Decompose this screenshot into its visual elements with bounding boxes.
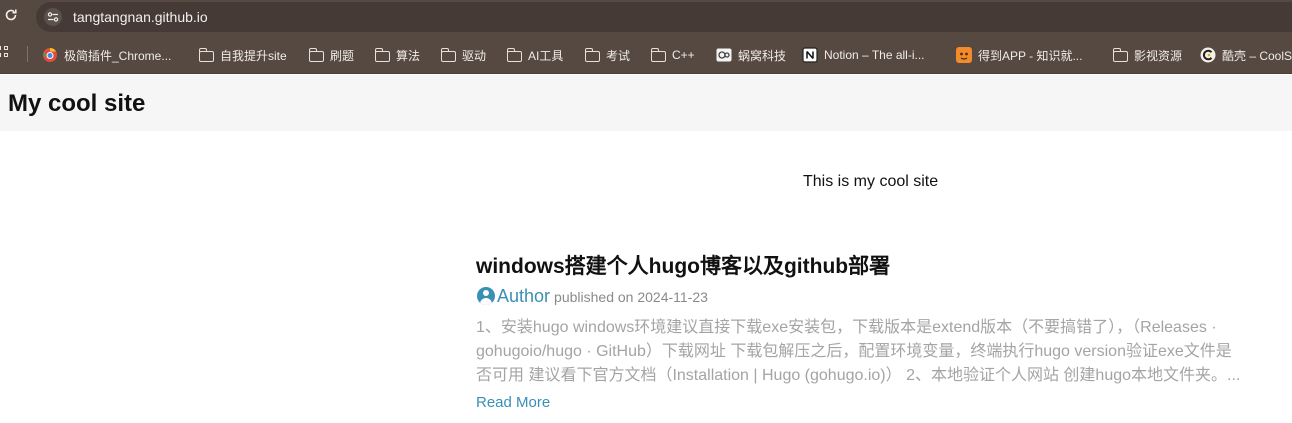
folder-icon <box>440 47 456 62</box>
bookmark-folder[interactable]: C++ <box>650 46 695 64</box>
reload-icon[interactable] <box>3 8 19 24</box>
bookmark-folder[interactable]: 算法 <box>374 46 421 64</box>
bookmark-folder[interactable]: 驱动 <box>440 46 487 64</box>
folder-icon <box>584 47 600 62</box>
site-header: My cool site <box>0 75 1292 131</box>
bookmark-label: 算法 <box>396 48 421 63</box>
bookmark-folder[interactable]: 自我提升site <box>198 46 287 64</box>
bookmark-item[interactable]: Notion – The all-i... <box>802 46 925 64</box>
post-title[interactable]: windows搭建个人hugo博客以及github部署 <box>476 250 890 280</box>
bookmark-label: AI工具 <box>528 48 564 63</box>
excerpt-line: 否可用 建议看下官方文档（Installation | Hugo (gohugo… <box>476 367 1241 384</box>
chrome-store-icon <box>42 47 58 63</box>
bookmark-item[interactable]: 得到APP - 知识就... <box>956 46 1082 64</box>
wowotech-icon <box>716 47 732 63</box>
bookmark-item[interactable]: 酷壳 – CoolS <box>1200 46 1292 64</box>
folder-icon <box>198 47 214 62</box>
folder-icon <box>374 47 390 62</box>
user-circle-icon <box>477 287 495 305</box>
folder-icon <box>650 47 666 62</box>
post-excerpt: 1、安装hugo windows环境建议直接下载exe安装包，下载版本是exte… <box>476 316 1276 388</box>
site-settings-icon[interactable] <box>44 8 62 26</box>
excerpt-line: 1、安装hugo windows环境建议直接下载exe安装包，下载版本是exte… <box>476 319 1217 336</box>
folder-icon <box>308 47 324 62</box>
url-text[interactable]: tangtangnan.github.io <box>73 9 208 25</box>
notion-icon <box>802 47 818 63</box>
dedao-icon <box>956 47 972 63</box>
bookmark-label: C++ <box>672 48 695 62</box>
bookmark-label: 极简插件_Chrome... <box>64 48 172 63</box>
bookmark-item[interactable]: 极简插件_Chrome... <box>42 46 171 64</box>
bookmark-label: 驱动 <box>462 48 487 63</box>
coolshell-icon <box>1200 47 1216 63</box>
bookmark-folder[interactable]: 考试 <box>584 46 631 64</box>
bookmark-item[interactable]: 蜗窝科技 <box>716 46 786 64</box>
folder-icon <box>1112 47 1128 62</box>
bookmark-label: 酷壳 – CoolS <box>1222 48 1292 63</box>
bookmark-folder[interactable]: 刷题 <box>308 46 355 64</box>
bookmark-label: 自我提升site <box>220 48 287 63</box>
bookmark-label: 影视资源 <box>1134 48 1183 63</box>
site-title[interactable]: My cool site <box>8 90 145 118</box>
publish-date: published on 2024-11-23 <box>554 289 708 305</box>
bookmark-label: Notion – The all-i... <box>824 48 925 62</box>
bookmark-label: 刷题 <box>330 48 355 63</box>
bookmarks-bar: 极简插件_Chrome... 自我提升site 刷题 算法 驱动 AI工具 考试… <box>0 34 1292 74</box>
author-link[interactable]: Author <box>497 286 550 307</box>
browser-toolbar: tangtangnan.github.io <box>0 0 1292 34</box>
apps-grid-icon[interactable] <box>0 46 12 60</box>
site-tagline: This is my cool site <box>803 173 939 190</box>
folder-icon <box>506 47 522 62</box>
bookmark-folder[interactable]: 影视资源 <box>1112 46 1183 64</box>
bookmark-folder[interactable]: AI工具 <box>506 46 564 64</box>
post-meta: Author published on 2024-11-23 <box>477 285 708 307</box>
address-bar[interactable]: tangtangnan.github.io <box>36 2 1292 32</box>
excerpt-line: gohugoio/hugo · GitHub）下载网址 下载包解压之后，配置环境… <box>476 343 1232 360</box>
bookmark-label: 蜗窝科技 <box>738 48 787 63</box>
bookmarks-separator <box>27 46 28 62</box>
read-more-link[interactable]: Read More <box>476 394 550 411</box>
bookmark-label: 考试 <box>606 48 631 63</box>
bookmark-label: 得到APP - 知识就... <box>978 48 1083 63</box>
